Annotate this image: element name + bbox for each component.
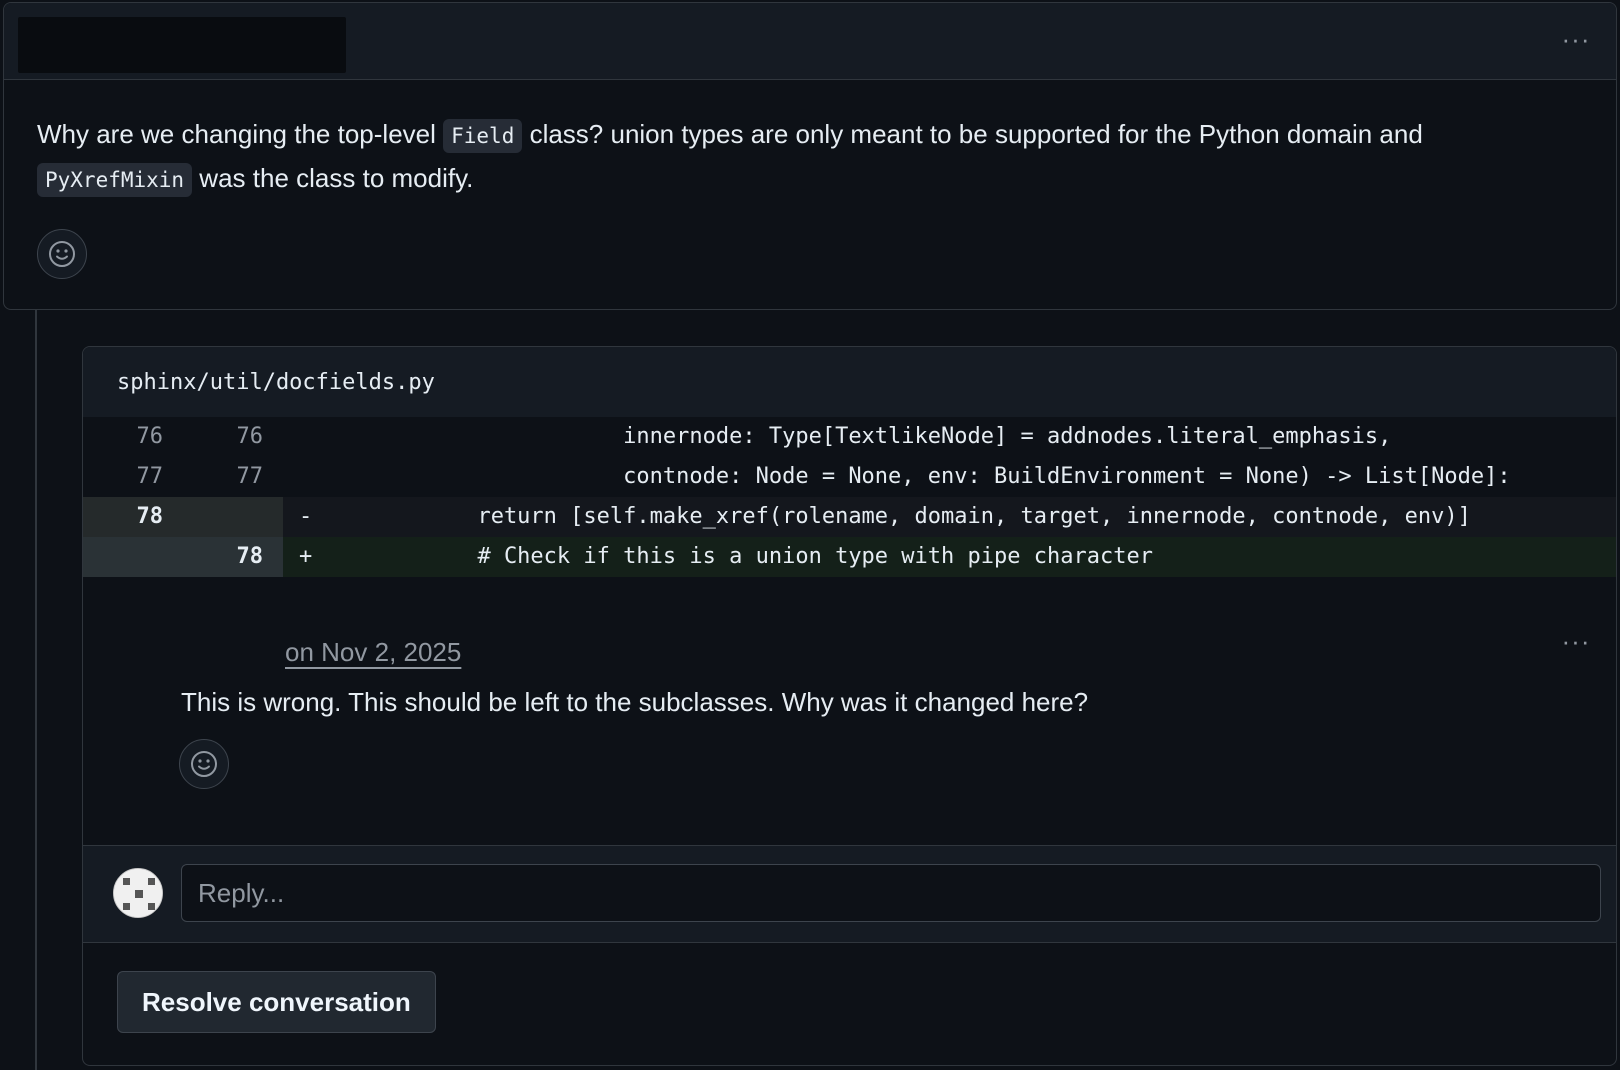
old-line-number [83, 537, 163, 577]
deletion-marker: - [299, 504, 313, 529]
old-line-number: 77 [136, 464, 164, 489]
resolve-conversation-button[interactable]: Resolve conversation [117, 971, 436, 1033]
diff-hunk: 76 76 innernode: Type[TextlikeNode] = ad… [83, 417, 1616, 577]
reply-comment-body: This is wrong. This should be left to th… [181, 687, 1089, 717]
deleted-diff-line: 78 - return [self.make_xref(rolename, do… [83, 497, 1616, 537]
addition-marker: + [299, 544, 313, 569]
redacted-author-info [18, 17, 346, 73]
new-line-number: 78 [236, 544, 264, 569]
code-line: return [self.make_xref(rolename, domain,… [345, 504, 1471, 529]
new-line-number [163, 497, 263, 537]
review-comment: ··· Why are we changing the top-level Fi… [3, 2, 1617, 310]
comment-text: Why are we changing the top-level [37, 119, 444, 149]
code-line: contnode: Node = None, env: BuildEnviron… [345, 464, 1511, 489]
timeline-line [35, 310, 37, 1070]
comment-header: ··· [4, 3, 1616, 80]
more-options-icon[interactable]: ··· [1558, 24, 1594, 54]
file-path[interactable]: sphinx/util/docfields.py [83, 347, 1616, 417]
inline-code: Field [443, 119, 523, 153]
added-diff-line: 78 + # Check if this is a union type wit… [83, 537, 1616, 577]
code-line: # Check if this is a union type with pip… [345, 544, 1153, 569]
old-line-number: 78 [136, 504, 164, 529]
reply-input[interactable] [181, 864, 1601, 922]
code-line: innernode: Type[TextlikeNode] = addnodes… [345, 424, 1392, 449]
reply-bar [83, 845, 1616, 943]
smiley-icon [49, 241, 75, 267]
add-reaction-button[interactable] [37, 229, 87, 279]
diff-line: 77 77 contnode: Node = None, env: BuildE… [83, 457, 1616, 497]
diff-line: 76 76 innernode: Type[TextlikeNode] = ad… [83, 417, 1616, 457]
avatar [113, 868, 163, 918]
smiley-icon [191, 751, 217, 777]
old-line-number: 76 [136, 424, 164, 449]
new-line-number: 76 [236, 424, 264, 449]
inline-code: PyXrefMixin [37, 163, 193, 197]
new-line-number: 77 [236, 464, 264, 489]
comment-text: was the class to modify. [192, 163, 474, 193]
review-thread: sphinx/util/docfields.py 76 76 innernode… [82, 346, 1617, 1066]
add-reaction-button[interactable] [179, 739, 229, 789]
comment-body: Why are we changing the top-level Field … [37, 113, 1577, 201]
comment-timestamp-link[interactable]: on Nov 2, 2025 [285, 637, 461, 668]
more-options-icon[interactable]: ··· [1558, 626, 1594, 656]
identicon-icon [114, 869, 162, 917]
comment-text: class? union types are only meant to be … [522, 119, 1423, 149]
